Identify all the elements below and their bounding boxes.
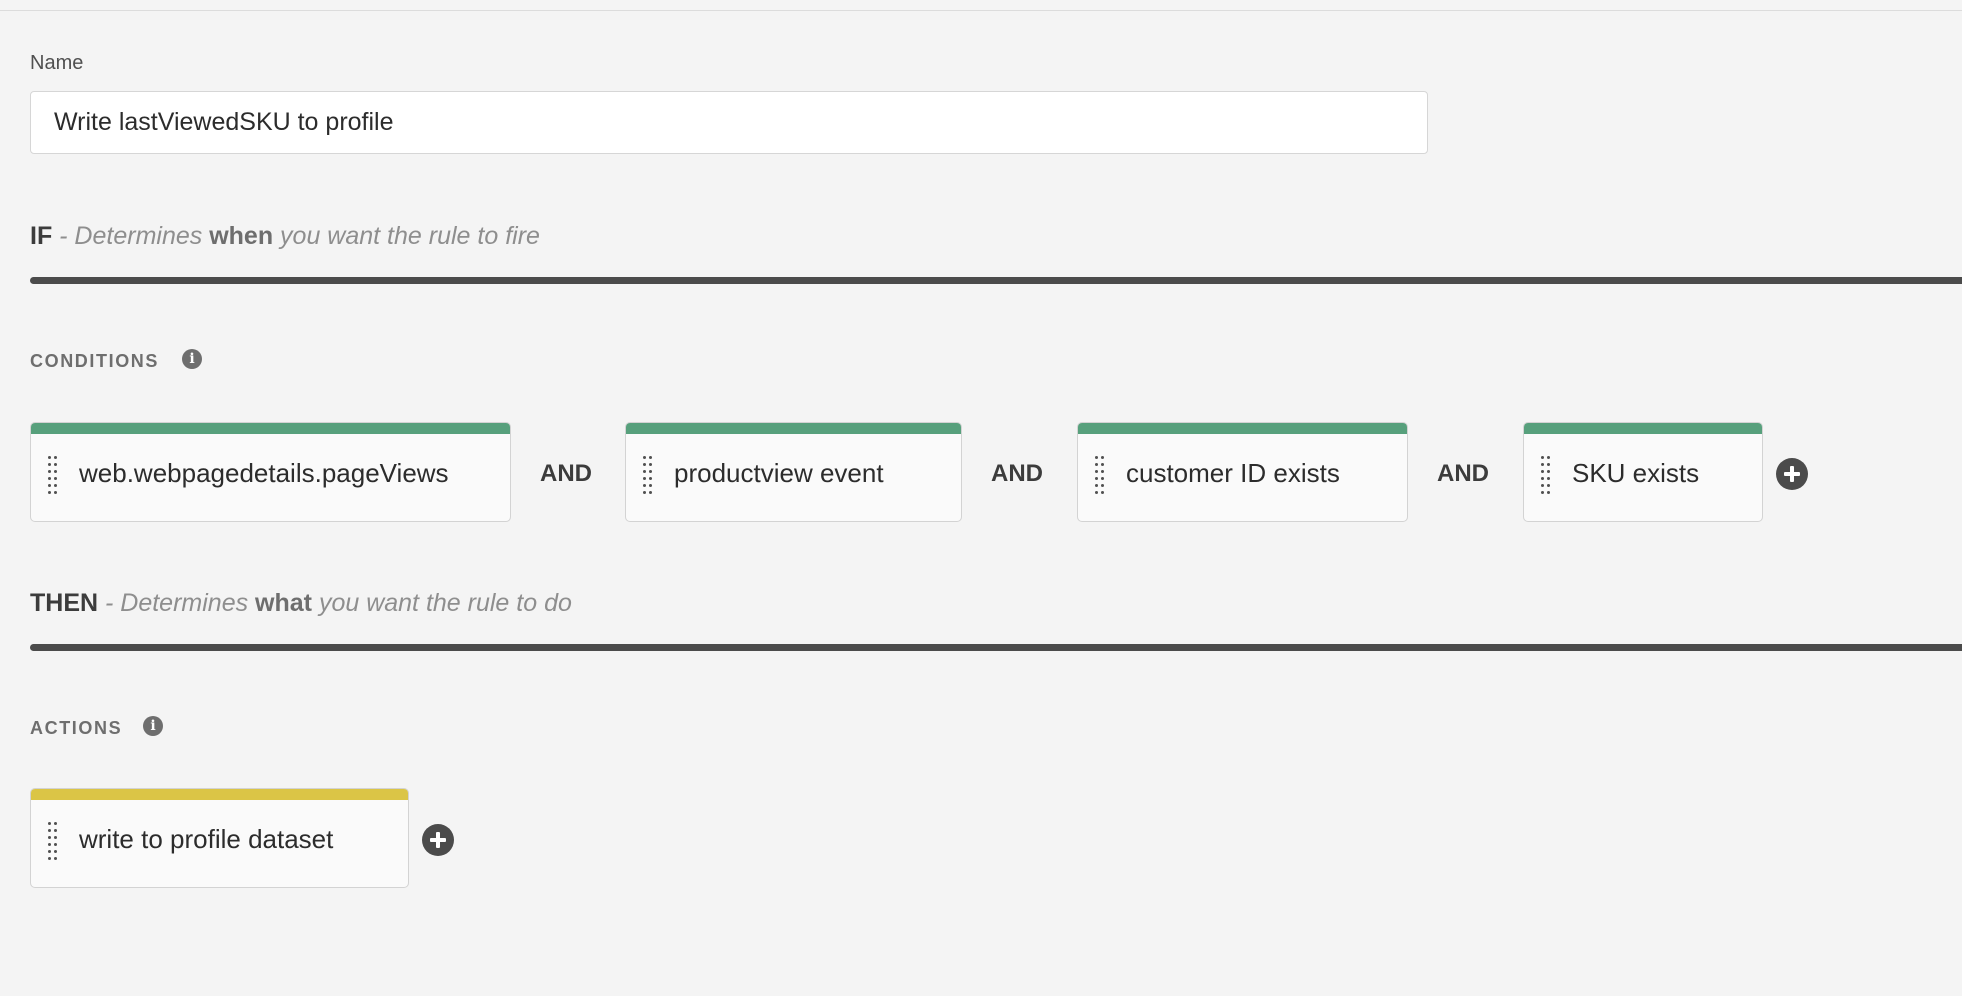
drag-handle-icon[interactable] [1540,456,1552,494]
drag-handle-icon[interactable] [1094,456,1106,494]
rule-name-input[interactable] [30,91,1428,154]
drag-handle-icon[interactable] [47,822,59,860]
and-joiner: AND [991,460,1043,487]
if-section-divider [30,277,1962,284]
action-accent-bar [31,789,408,800]
action-label: write to profile dataset [79,824,334,854]
condition-label: productview event [674,458,884,488]
name-label: Name [30,52,84,74]
actions-info-icon[interactable]: i [143,716,163,736]
if-section-heading: IF - Determines when you want the rule t… [30,222,540,251]
condition-label: web.webpagedetails.pageViews [79,458,449,488]
top-border [0,0,1962,11]
condition-accent-bar [31,423,510,434]
condition-card[interactable]: web.webpagedetails.pageViews [30,422,511,522]
and-joiner: AND [540,460,592,487]
condition-accent-bar [1078,423,1407,434]
action-card[interactable]: write to profile dataset [30,788,409,888]
condition-label: customer ID exists [1126,458,1340,488]
if-keyword: IF [30,222,53,250]
then-section-divider [30,644,1962,651]
conditions-info-icon[interactable]: i [182,349,202,369]
condition-accent-bar [1524,423,1762,434]
then-keyword: THEN [30,589,99,617]
if-description: - Determines when you want the rule to f… [52,222,540,250]
actions-label: ACTIONS [30,718,123,738]
condition-accent-bar [626,423,961,434]
conditions-label: CONDITIONS [30,351,160,371]
drag-handle-icon[interactable] [642,456,654,494]
condition-card[interactable]: customer ID exists [1077,422,1408,522]
then-section-heading: THEN - Determines what you want the rule… [30,589,572,618]
add-condition-icon[interactable] [1776,458,1808,490]
add-action-icon[interactable] [422,824,454,856]
condition-card[interactable]: SKU exists [1523,422,1763,522]
condition-card[interactable]: productview event [625,422,962,522]
then-description: - Determines what you want the rule to d… [98,589,572,617]
condition-label: SKU exists [1572,458,1700,488]
drag-handle-icon[interactable] [47,456,59,494]
and-joiner: AND [1437,460,1489,487]
